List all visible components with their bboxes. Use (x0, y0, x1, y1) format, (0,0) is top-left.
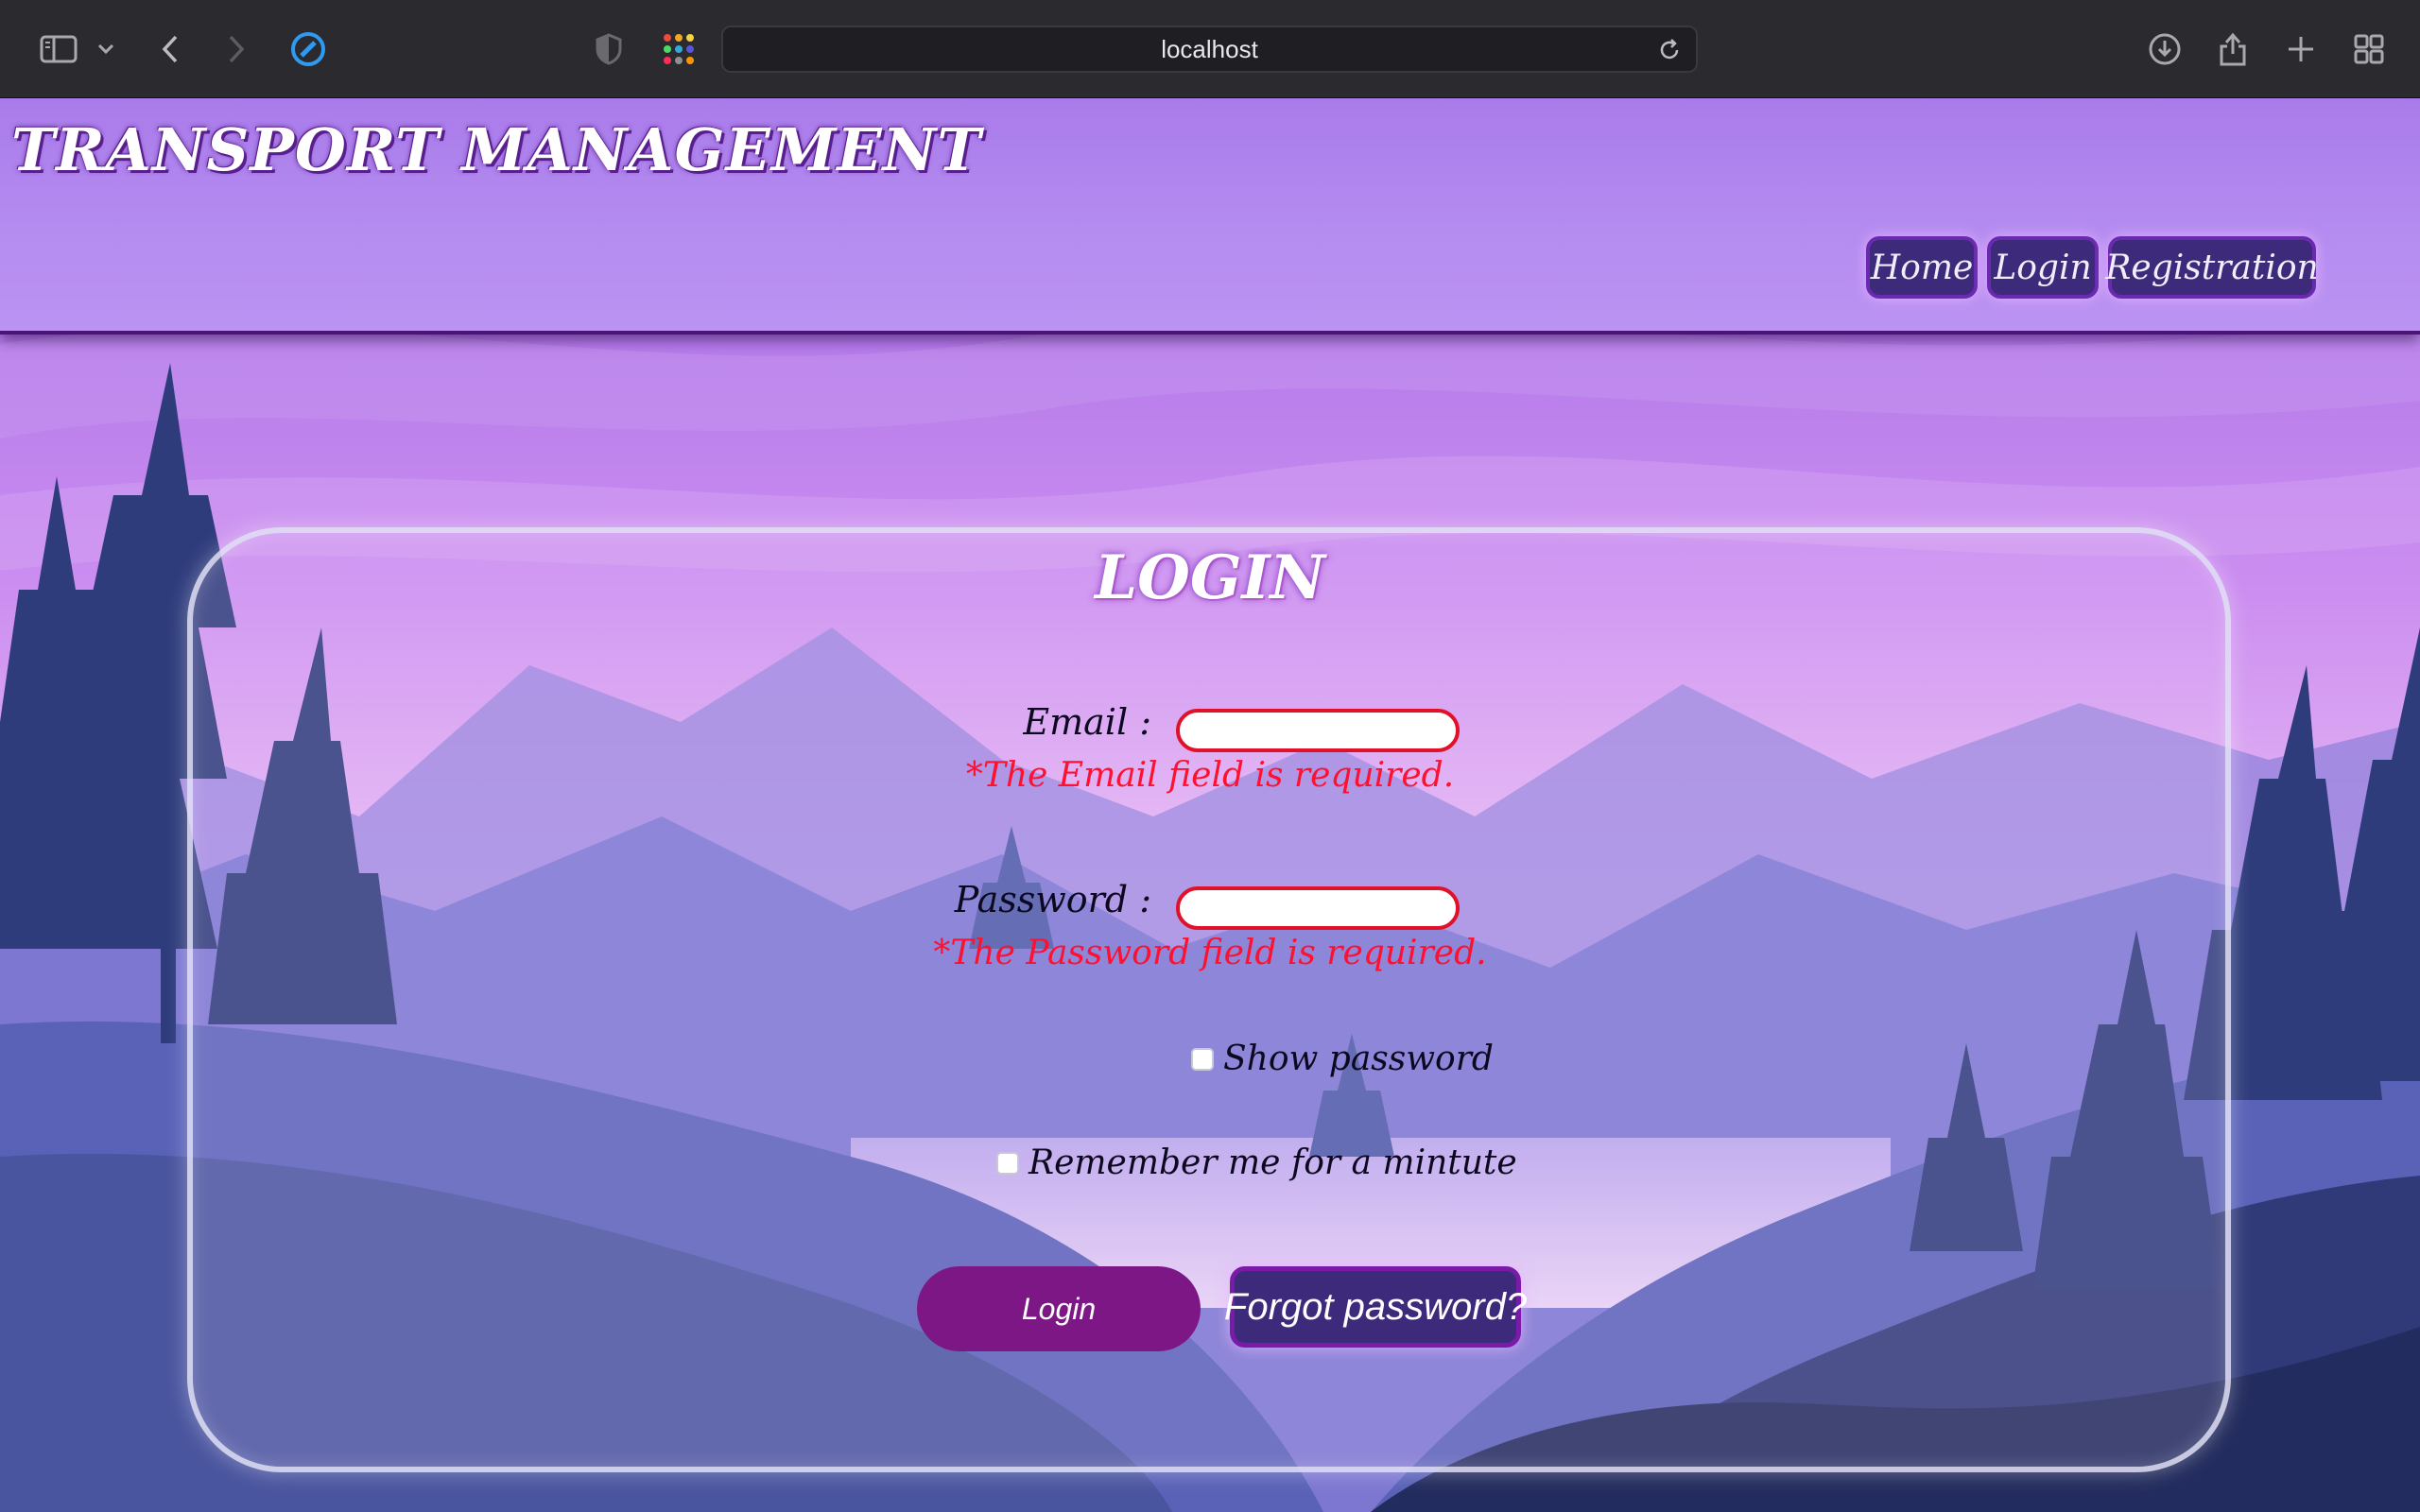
apps-grid-icon[interactable] (658, 28, 700, 70)
remember-me-label: Remember me for a mintute (1028, 1143, 1517, 1182)
share-icon[interactable] (2212, 28, 2254, 70)
web-page: TRANSPORT MANAGEMENT Home Login Registra… (0, 98, 2420, 1512)
remember-me-row: Remember me for a mintute (996, 1143, 1517, 1182)
site-title: TRANSPORT MANAGEMENT (11, 115, 982, 184)
password-error-message: *The Password field is required. (933, 934, 1487, 972)
forward-icon[interactable] (217, 28, 255, 70)
show-password-checkbox[interactable] (1191, 1047, 1214, 1071)
sidebar-icon[interactable] (34, 28, 83, 70)
show-password-row: Show password (1191, 1040, 1494, 1078)
show-password-label: Show password (1223, 1040, 1494, 1078)
remember-me-checkbox[interactable] (996, 1151, 1019, 1175)
browser-toolbar: localhost (0, 0, 2420, 98)
forgot-password-button[interactable]: Forgot password? (1224, 1266, 1527, 1348)
email-input[interactable] (1176, 709, 1460, 752)
login-heading: LOGIN (1095, 542, 1325, 613)
nav-login-button[interactable]: Login (1987, 236, 2099, 299)
chevron-down-icon[interactable] (93, 28, 119, 70)
password-input[interactable] (1176, 886, 1460, 930)
password-label: Password : (954, 879, 1151, 920)
back-icon[interactable] (151, 28, 189, 70)
nav-home-button[interactable]: Home (1866, 236, 1978, 299)
url-text: localhost (1161, 34, 1258, 63)
shield-icon[interactable] (590, 28, 628, 70)
new-tab-icon[interactable] (2280, 28, 2322, 70)
nav-registration-button[interactable]: Registration (2105, 236, 2319, 299)
login-submit-button[interactable]: Login (917, 1266, 1201, 1351)
reload-icon[interactable] (1652, 33, 1686, 67)
compass-icon[interactable] (287, 28, 329, 70)
download-icon[interactable] (2144, 28, 2186, 70)
address-bar[interactable]: localhost (721, 26, 1698, 73)
login-card (187, 527, 2231, 1472)
site-header: TRANSPORT MANAGEMENT Home Login Registra… (0, 98, 2420, 335)
email-label: Email : (1023, 701, 1151, 743)
main-nav: Home Login Registration (1866, 236, 2319, 299)
email-error-message: *The Email field is required. (965, 756, 1455, 795)
tab-overview-icon[interactable] (2348, 28, 2390, 70)
